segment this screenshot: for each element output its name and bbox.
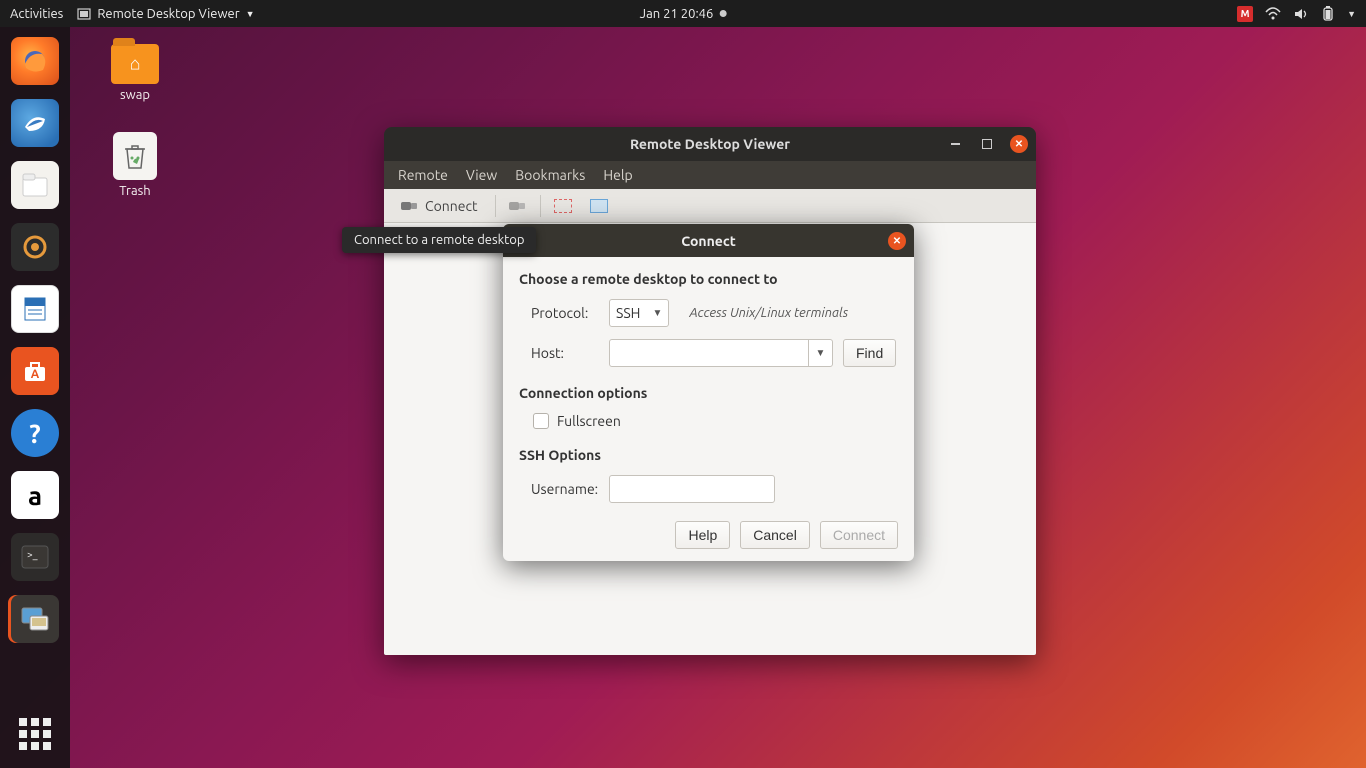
fullscreen-label: Fullscreen	[557, 413, 621, 429]
toolbar-disconnect-button[interactable]	[504, 196, 532, 216]
menu-view[interactable]: View	[466, 167, 497, 183]
app-menu-icon	[77, 7, 91, 21]
toolbar-connect-button[interactable]: Connect	[392, 194, 487, 218]
chevron-down-icon[interactable]: ▼	[1347, 9, 1356, 19]
host-input[interactable]	[610, 340, 808, 366]
desktop-folder-swap[interactable]: ⌂ swap	[100, 38, 170, 102]
toolbar-screenshot-button[interactable]	[585, 195, 613, 217]
tray-app-icon[interactable]: M	[1237, 6, 1253, 22]
desktop-trash[interactable]: Trash	[100, 132, 170, 198]
connect-button[interactable]: Connect	[820, 521, 898, 549]
folder-icon: ⌂	[111, 44, 159, 84]
datetime-label: Jan 21 20:46	[640, 7, 714, 21]
protocol-label: Protocol:	[531, 305, 599, 321]
app-menu-label: Remote Desktop Viewer	[97, 7, 239, 21]
disconnect-icon	[509, 200, 527, 212]
network-icon[interactable]	[1265, 7, 1281, 21]
cancel-button[interactable]: Cancel	[740, 521, 810, 549]
svg-text:A: A	[31, 368, 40, 381]
dock-firefox[interactable]	[11, 37, 59, 85]
desktop-icons: ⌂ swap Trash	[100, 38, 170, 198]
dock-help[interactable]: ?	[11, 409, 59, 457]
window-title: Remote Desktop Viewer	[630, 136, 790, 152]
protocol-hint: Access Unix/Linux terminals	[689, 306, 848, 320]
clock[interactable]: Jan 21 20:46	[640, 7, 727, 21]
username-label: Username:	[531, 481, 599, 497]
show-applications-button[interactable]	[15, 714, 55, 754]
battery-icon[interactable]	[1321, 6, 1335, 22]
protocol-value: SSH	[616, 305, 640, 321]
fullscreen-checkbox[interactable]: Fullscreen	[533, 413, 898, 429]
toolbar: Connect	[384, 189, 1036, 223]
connect-dialog: Connect ✕ Choose a remote desktop to con…	[503, 224, 914, 561]
host-dropdown-button[interactable]: ▼	[808, 340, 832, 366]
menubar: Remote View Bookmarks Help	[384, 161, 1036, 189]
home-icon: ⌂	[130, 54, 141, 75]
window-titlebar[interactable]: Remote Desktop Viewer	[384, 127, 1036, 161]
connection-options-heading: Connection options	[519, 385, 898, 401]
notification-dot-icon	[719, 10, 726, 17]
fullscreen-icon	[554, 199, 572, 213]
window-close-button[interactable]	[1010, 135, 1028, 153]
dock-writer[interactable]	[11, 285, 59, 333]
activities-button[interactable]: Activities	[10, 7, 63, 21]
protocol-select[interactable]: SSH ▼	[609, 299, 669, 327]
host-label: Host:	[531, 345, 599, 361]
top-bar: Activities Remote Desktop Viewer ▼ Jan 2…	[0, 0, 1366, 27]
menu-help[interactable]: Help	[603, 167, 632, 183]
host-combo[interactable]: ▼	[609, 339, 833, 367]
dock-amazon[interactable]: a	[11, 471, 59, 519]
volume-icon[interactable]	[1293, 7, 1309, 21]
dock: A ? a >_	[0, 27, 70, 768]
checkbox-box-icon	[533, 413, 549, 429]
tooltip: Connect to a remote desktop	[342, 227, 536, 253]
app-menu[interactable]: Remote Desktop Viewer ▼	[77, 7, 254, 21]
chevron-down-icon: ▼	[652, 307, 662, 319]
dialog-close-button[interactable]: ✕	[888, 232, 906, 250]
desktop-item-label: Trash	[119, 184, 150, 198]
desktop-item-label: swap	[120, 88, 150, 102]
window-minimize-button[interactable]	[946, 135, 964, 153]
dialog-titlebar[interactable]: Connect ✕	[503, 224, 914, 257]
help-button[interactable]: Help	[675, 521, 730, 549]
toolbar-connect-label: Connect	[425, 198, 478, 214]
toolbar-separator	[540, 195, 541, 217]
screenshot-icon	[590, 199, 608, 213]
chevron-down-icon: ▼	[246, 9, 255, 19]
ssh-options-heading: SSH Options	[519, 447, 898, 463]
dock-files[interactable]	[11, 161, 59, 209]
dock-rhythmbox[interactable]	[11, 223, 59, 271]
connect-icon	[401, 200, 419, 212]
username-input[interactable]	[609, 475, 775, 503]
toolbar-fullscreen-button[interactable]	[549, 195, 577, 217]
dialog-heading: Choose a remote desktop to connect to	[519, 271, 898, 287]
menu-remote[interactable]: Remote	[398, 167, 448, 183]
dock-thunderbird[interactable]	[11, 99, 59, 147]
svg-text:>_: >_	[27, 549, 38, 560]
dock-terminal[interactable]: >_	[11, 533, 59, 581]
menu-bookmarks[interactable]: Bookmarks	[515, 167, 585, 183]
dock-software[interactable]: A	[11, 347, 59, 395]
dialog-title: Connect	[681, 233, 736, 249]
trash-icon	[113, 132, 157, 180]
window-maximize-button[interactable]	[978, 135, 996, 153]
toolbar-separator	[495, 195, 496, 217]
chevron-down-icon: ▼	[816, 347, 826, 359]
find-button[interactable]: Find	[843, 339, 896, 367]
dock-remote-desktop[interactable]	[11, 595, 59, 643]
